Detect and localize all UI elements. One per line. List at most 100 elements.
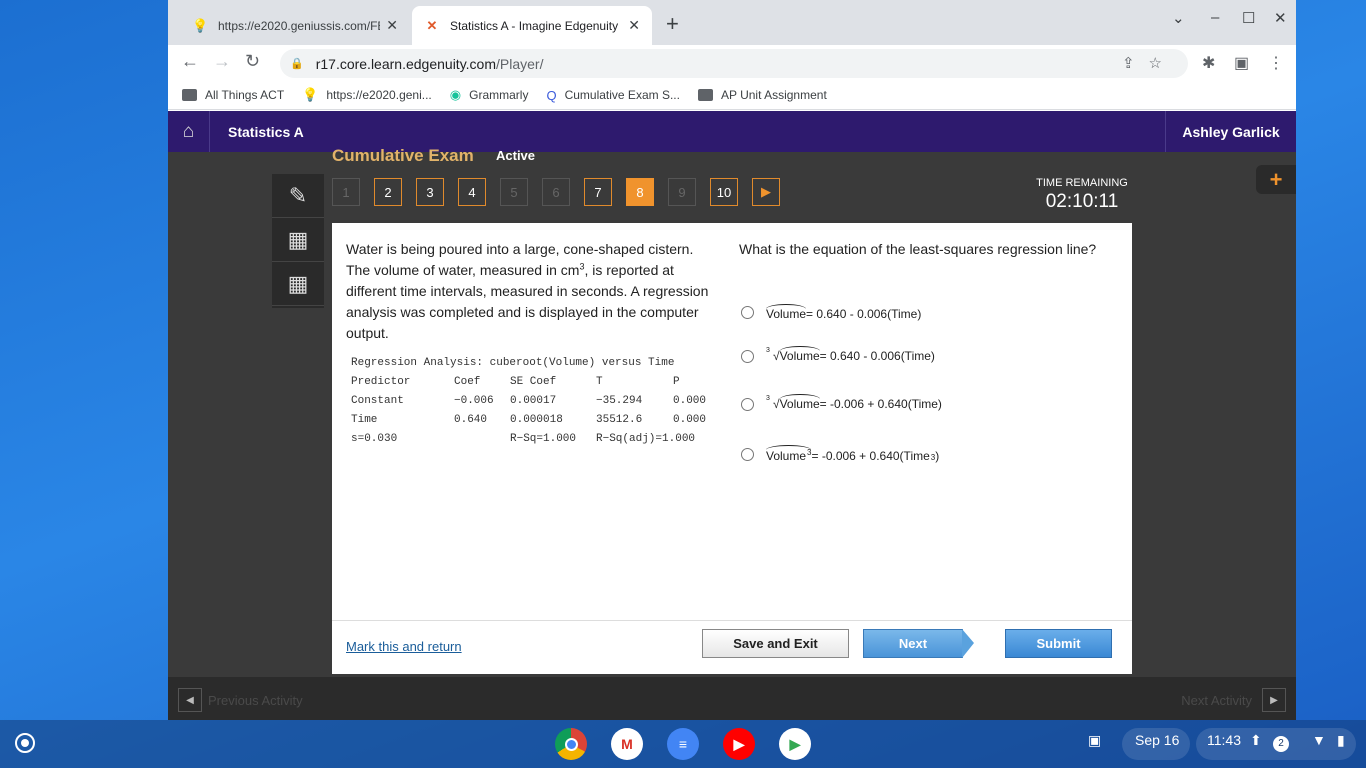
- graphing-calculator-icon[interactable]: ▦: [272, 262, 324, 306]
- question-2[interactable]: 2: [374, 178, 402, 206]
- tab-title: https://e2020.geniussis.com/FE: [218, 18, 381, 33]
- submit-button[interactable]: Submit: [1005, 629, 1112, 658]
- question-1[interactable]: 1: [332, 178, 360, 206]
- output-cell: 0.000: [673, 414, 707, 426]
- bookmark-geniussis[interactable]: 💡 https://e2020.geni...: [302, 87, 432, 103]
- previous-activity-label[interactable]: Previous Activity: [208, 693, 303, 708]
- tab-search-icon[interactable]: ⌄: [1172, 9, 1185, 27]
- bookmark-grammarly[interactable]: ◉ Grammarly: [450, 87, 529, 103]
- output-cell: 0.000: [673, 395, 707, 407]
- previous-activity-icon[interactable]: ◀: [178, 688, 202, 712]
- url-path: /Player/: [496, 55, 544, 72]
- answer-option-b[interactable]: 3 √Volume = 0.640 - 0.006(Time): [741, 346, 935, 363]
- grammarly-icon: ◉: [449, 87, 462, 102]
- option-lhs: Volume: [766, 304, 807, 321]
- tab-title: Statistics A - Imagine Edgenuity: [450, 18, 619, 33]
- docs-icon[interactable]: ≡: [667, 728, 699, 760]
- close-tab-icon[interactable]: ✕: [386, 17, 398, 34]
- extensions-icon[interactable]: ✱: [1202, 53, 1215, 73]
- output-title: Regression Analysis: cuberoot(Volume) ve…: [351, 357, 675, 369]
- chrome-icon[interactable]: [555, 728, 587, 760]
- menu-icon[interactable]: ⋮: [1268, 53, 1284, 73]
- activity-bar: ◀ Previous Activity Next Activity ▶: [168, 677, 1296, 720]
- option-rhs: = 0.640 - 0.006(Time): [806, 307, 922, 321]
- launcher-icon[interactable]: [15, 733, 35, 753]
- radio-button[interactable]: [741, 306, 754, 319]
- radio-button[interactable]: [741, 397, 754, 411]
- tools-panel: ✎ ▦ ▦: [272, 174, 324, 308]
- lock-icon: 🔒: [290, 58, 304, 70]
- answer-option-c[interactable]: 3 √Volume = -0.006 + 0.640(Time): [741, 394, 942, 411]
- option-equation: Volume3 = -0.006 + 0.640(Time 3): [766, 445, 939, 463]
- tab-geniussis[interactable]: 💡 https://e2020.geniussis.com/FE ✕: [180, 6, 410, 45]
- gmail-icon[interactable]: M: [611, 728, 643, 760]
- close-window-icon[interactable]: ✕: [1274, 9, 1287, 27]
- tab-strip: 💡 https://e2020.geniussis.com/FE ✕ ✕ Sta…: [168, 0, 1296, 45]
- question-card: Water is being poured into a large, cone…: [332, 223, 1132, 674]
- next-question-arrow-icon[interactable]: ▶: [752, 178, 780, 206]
- output-stat: R−Sq(adj)=1.000: [596, 433, 696, 445]
- output-cell: −0.006: [454, 395, 494, 407]
- question-10[interactable]: 10: [710, 178, 738, 206]
- address-bar[interactable]: 🔒 r17.core.learn.edgenuity.com/Player/ ⇪…: [280, 49, 1188, 78]
- chromeos-shelf: M ≡ ▶ ▶ ▣ Sep 16 11:43 ⬆ 2 ▼ ▮: [0, 720, 1366, 768]
- play-store-icon[interactable]: ▶: [779, 728, 811, 760]
- question-7[interactable]: 7: [584, 178, 612, 206]
- folder-icon: [182, 89, 197, 101]
- next-activity-label[interactable]: Next Activity: [1181, 693, 1252, 708]
- question-9[interactable]: 9: [668, 178, 696, 206]
- notification-count[interactable]: 2: [1273, 736, 1289, 752]
- folder-icon: [697, 89, 713, 101]
- output-header-cell: T: [596, 376, 603, 388]
- forward-icon[interactable]: →: [213, 51, 231, 72]
- screen-capture-icon[interactable]: ▣: [1088, 732, 1101, 749]
- answer-option-d[interactable]: Volume3 = -0.006 + 0.640(Time 3): [741, 445, 939, 463]
- time-remaining: TIME REMAINING 02:10:11: [1028, 177, 1136, 213]
- question-stem: Water is being poured into a large, cone…: [346, 239, 716, 344]
- question-3[interactable]: 3: [416, 178, 444, 206]
- output-cell: 0.00017: [510, 395, 557, 407]
- side-panel-icon[interactable]: ▣: [1234, 53, 1249, 73]
- bookmark-label: Cumulative Exam S...: [564, 88, 680, 102]
- share-star-icons[interactable]: ⇪☆: [1122, 54, 1176, 72]
- new-tab-icon[interactable]: +: [666, 11, 679, 37]
- cube-root: 3 √Volume: [766, 394, 820, 411]
- root-index: 3: [766, 347, 770, 354]
- bookmark-cumulative-exam[interactable]: Q Cumulative Exam S...: [546, 88, 680, 103]
- bookmark-ap-unit[interactable]: AP Unit Assignment: [697, 88, 827, 102]
- radio-button[interactable]: [741, 447, 754, 461]
- question-6[interactable]: 6: [542, 178, 570, 206]
- course-title: Statistics A: [228, 123, 304, 140]
- bookmark-label: All Things ACT: [205, 88, 285, 102]
- next-activity-icon[interactable]: ▶: [1262, 688, 1286, 712]
- answer-option-a[interactable]: Volume = 0.640 - 0.006(Time): [741, 304, 921, 321]
- bookmark-all-things-act[interactable]: All Things ACT: [182, 88, 284, 102]
- update-icon: ⬆: [1250, 732, 1262, 748]
- tab-edgenuity[interactable]: ✕ Statistics A - Imagine Edgenuity ✕: [412, 6, 652, 45]
- pencil-icon[interactable]: ✎: [272, 174, 324, 218]
- save-and-exit-button[interactable]: Save and Exit: [702, 629, 849, 658]
- question-5[interactable]: 5: [500, 178, 528, 206]
- maximize-icon[interactable]: ☐: [1242, 9, 1255, 27]
- output-cell: 0.000018: [510, 414, 563, 426]
- youtube-icon[interactable]: ▶: [723, 728, 755, 760]
- user-name[interactable]: Ashley Garlick: [1165, 111, 1296, 152]
- minimize-icon[interactable]: –: [1211, 9, 1219, 26]
- exam-title: Cumulative Exam: [332, 146, 474, 165]
- close-tab-icon[interactable]: ✕: [628, 17, 640, 34]
- reload-icon[interactable]: ↻: [245, 51, 260, 72]
- time-label: 11:43: [1207, 732, 1241, 748]
- option-equation: 3 √Volume = -0.006 + 0.640(Time): [766, 394, 942, 411]
- calculator-icon[interactable]: ▦: [272, 218, 324, 262]
- mark-and-return-link[interactable]: Mark this and return: [346, 639, 462, 654]
- question-8[interactable]: 8: [626, 178, 654, 206]
- output-header-cell: P: [673, 376, 680, 388]
- question-4[interactable]: 4: [458, 178, 486, 206]
- plus-icon[interactable]: +: [1256, 165, 1296, 194]
- toolbar: ← → ↻ 🔒 r17.core.learn.edgenuity.com/Pla…: [168, 45, 1296, 81]
- back-icon[interactable]: ←: [181, 51, 199, 72]
- home-icon[interactable]: ⌂: [168, 111, 210, 152]
- radio-button[interactable]: [741, 349, 754, 363]
- option-lhs-hat: Volume3: [766, 445, 812, 463]
- next-button[interactable]: Next: [863, 629, 963, 658]
